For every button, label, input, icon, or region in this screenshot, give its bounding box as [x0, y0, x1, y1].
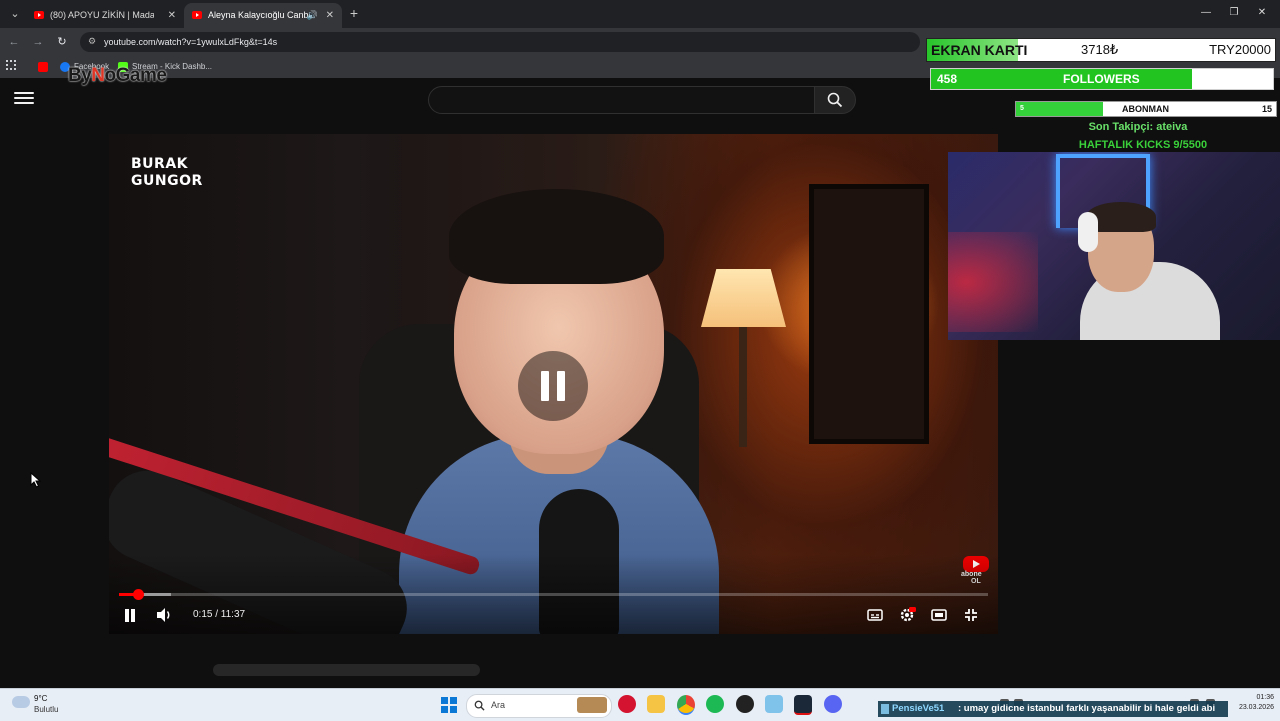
gear-icon: [900, 607, 916, 622]
fullscreen-button[interactable]: [962, 606, 982, 626]
video-frame-scene: [739, 327, 747, 447]
browser-tab-2-active[interactable]: Aleyna Kalaycıoğlu Canbay 🔊 ✕: [184, 3, 342, 28]
spotify-icon[interactable]: [706, 695, 724, 713]
file-explorer-icon[interactable]: [647, 695, 665, 713]
video-frame-scene: [701, 269, 786, 327]
forward-arrow-icon[interactable]: →: [30, 34, 46, 50]
tab-title: Aleyna Kalaycıoğlu Canbay: [208, 10, 312, 20]
goal-label: EKRAN KARTI: [931, 42, 1028, 58]
goal-target: TRY20000: [1209, 42, 1271, 57]
time-display: 0:15 / 11:37: [193, 609, 246, 620]
chrome-icon[interactable]: [677, 695, 695, 715]
donation-goal-bar: EKRAN KARTI 3718₺ TRY20000: [926, 38, 1276, 62]
followers-current: 458: [937, 72, 958, 86]
search-highlight-image: [577, 697, 607, 713]
audio-playing-icon[interactable]: 🔊: [307, 3, 318, 28]
discord-icon[interactable]: [824, 695, 842, 713]
subscribers-label: ABONMAN: [1122, 104, 1169, 114]
tab-search-chevron-icon[interactable]: ⌄: [6, 5, 24, 23]
restore-window-icon[interactable]: ❐: [1224, 5, 1244, 21]
browser-tab-1[interactable]: (80) APOYU ZİKİN | Madara Ol ✕: [26, 3, 184, 28]
volume-button[interactable]: [155, 606, 175, 626]
pause-overlay-icon[interactable]: [518, 351, 588, 421]
chat-message: : umay gidicne istanbul farklı yaşanabil…: [958, 703, 1216, 714]
weather-temperature[interactable]: 9°C: [34, 694, 47, 703]
followers-progress-fill: [931, 69, 1192, 89]
goal-value: 3718₺: [1081, 42, 1119, 57]
youtube-icon: [38, 61, 48, 72]
followers-target: 600: [1246, 72, 1267, 86]
followers-label: FOLLOWERS: [1063, 72, 1140, 86]
volume-icon: [157, 608, 170, 622]
youtube-favicon-icon: [192, 11, 202, 19]
channel-logo: BURAK GUNGOR: [131, 156, 203, 192]
bookmark-youtube[interactable]: [38, 60, 52, 74]
tab-title: (80) APOYU ZİKİN | Madara Ol: [50, 10, 154, 20]
last-follower-text: Son Takipçi: ateiva: [1088, 121, 1188, 133]
cloud-icon[interactable]: [12, 696, 30, 708]
subtitles-button[interactable]: [866, 606, 886, 626]
loading-placeholder: [213, 664, 480, 676]
settings-button[interactable]: [898, 606, 918, 626]
clock-time: 01:36: [1256, 694, 1274, 701]
weather-condition[interactable]: Bulutlu: [34, 705, 58, 714]
subscribers-progress-fill: [1016, 102, 1103, 116]
chat-user-icon: [881, 704, 889, 714]
theater-mode-icon: [931, 609, 947, 621]
steam-icon[interactable]: [794, 695, 812, 715]
tab-close-icon[interactable]: ✕: [168, 3, 176, 28]
webcam-scene: [948, 232, 1038, 332]
progress-bar[interactable]: [119, 593, 988, 596]
bynogame-watermark: ByNoGame: [68, 65, 167, 87]
hamburger-menu-icon[interactable]: [14, 92, 34, 106]
media-player-icon[interactable]: [618, 695, 636, 713]
webcam-feed: [948, 152, 1280, 340]
subscribers-current: 5: [1020, 105, 1024, 112]
back-arrow-icon[interactable]: ←: [6, 34, 22, 50]
channel-logo-line: GUNGOR: [131, 173, 203, 189]
clock-date: 23.03.2026: [1238, 704, 1274, 711]
site-info-icon[interactable]: ⚙: [88, 36, 98, 46]
followers-goal-bar: 458 FOLLOWERS 600: [930, 68, 1274, 90]
video-frame-scene: [449, 189, 664, 284]
close-window-icon[interactable]: ✕: [1252, 5, 1272, 21]
search-input[interactable]: [428, 86, 816, 114]
minimize-window-icon[interactable]: —: [1196, 5, 1216, 21]
watermark-part: oGame: [104, 65, 167, 86]
channel-logo-line: BURAK: [131, 156, 189, 172]
taskbar-clock[interactable]: 01:36 23.03.2026: [1230, 693, 1274, 713]
progress-scrubber-handle[interactable]: [132, 589, 144, 600]
search-button[interactable]: [814, 86, 856, 114]
apps-grid-icon[interactable]: [6, 60, 16, 74]
address-bar[interactable]: ⚙ youtube.com/watch?v=1ywulxLdFkg&t=14s: [80, 32, 920, 52]
subtitles-icon: [867, 609, 883, 621]
watermark-part: By: [68, 65, 92, 86]
video-player[interactable]: BURAK GUNGOR abone OL 0:15 / 11:37: [109, 134, 998, 634]
weekly-kicks-text: HAFTALIK KICKS 9/5500: [1078, 139, 1208, 151]
headphones-shape: [1078, 212, 1098, 252]
subscribers-goal-bar: 5 ABONMAN 15: [1015, 101, 1277, 117]
taskbar-search-label: Ara: [491, 700, 506, 710]
windows-start-icon[interactable]: [441, 697, 457, 713]
youtube-favicon-icon: [34, 11, 44, 19]
chat-username: PensieVe51: [892, 703, 945, 714]
url-text: youtube.com/watch?v=1ywulxLdFkg&t=14s: [104, 37, 278, 47]
subscribers-target: 15: [1261, 104, 1272, 114]
video-frame-scene: [809, 184, 929, 444]
search-icon: [474, 700, 485, 711]
reload-icon[interactable]: ↻: [54, 34, 70, 50]
fullscreen-exit-icon: [965, 609, 977, 621]
chat-ticker: PensieVe51 : umay gidicne istanbul farkl…: [878, 701, 1228, 717]
settings-app-icon[interactable]: [765, 695, 783, 713]
tab-close-icon[interactable]: ✕: [326, 3, 334, 28]
taskbar-search[interactable]: Ara: [466, 694, 612, 718]
search-icon: [827, 92, 843, 108]
theater-mode-button[interactable]: [930, 606, 950, 626]
new-tab-button[interactable]: +: [346, 5, 362, 21]
obs-studio-icon[interactable]: [736, 695, 754, 713]
pause-button[interactable]: [120, 606, 140, 626]
mouse-cursor-icon: [30, 472, 42, 488]
watermark-part: N: [91, 65, 105, 86]
